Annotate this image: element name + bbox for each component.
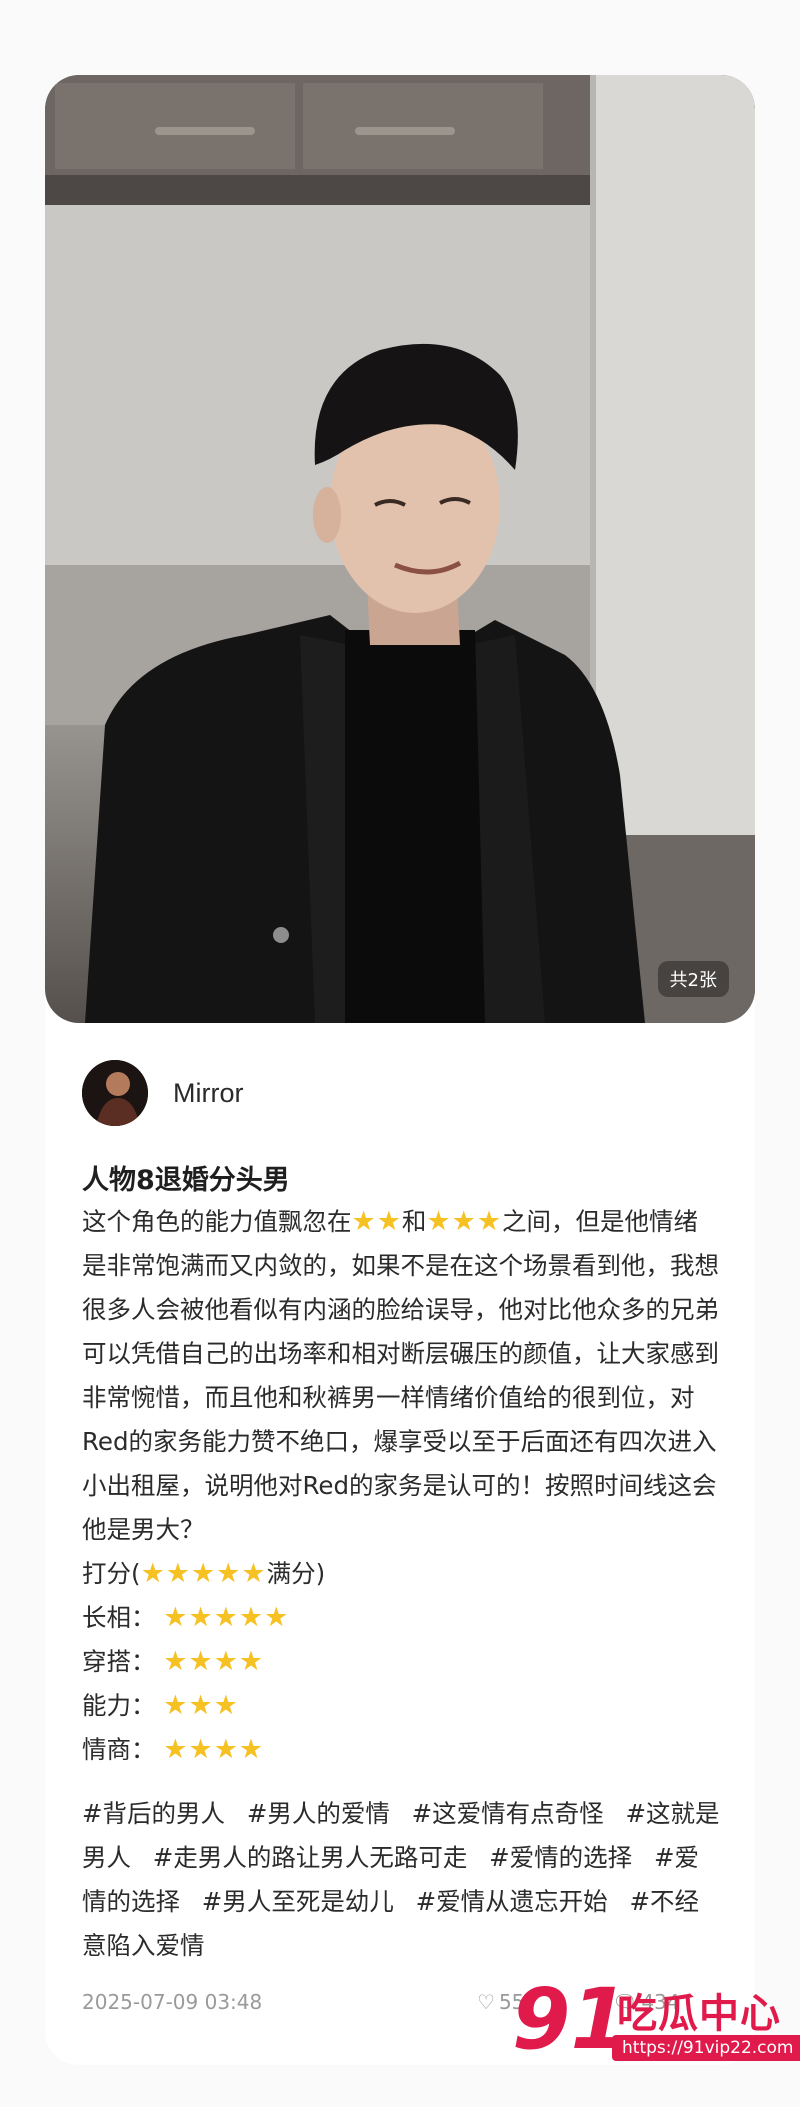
five-stars-icon: ★★★★★: [140, 1558, 267, 1589]
rating-looks: 长相： ★★★★★: [82, 1596, 722, 1640]
author-row[interactable]: Mirror: [82, 1060, 243, 1126]
score-prefix: 打分(: [82, 1559, 141, 1588]
heart-icon: ♡: [477, 1990, 495, 2014]
hashtag-link[interactable]: #爱情从遗忘开始: [416, 1887, 608, 1916]
hashtag-link[interactable]: #男人的爱情: [247, 1799, 390, 1828]
rating-label: 情商：: [82, 1735, 156, 1764]
rating-label: 长相：: [82, 1603, 156, 1632]
body-text-1: 这个角色的能力值飘忽在: [82, 1207, 352, 1236]
rating-eq: 情商： ★★★★: [82, 1728, 722, 1772]
post-date: 2025-07-09 03:48: [82, 1990, 263, 2014]
rating-stars-icon: ★★★★★: [163, 1602, 290, 1633]
post-body: 这个角色的能力值飘忽在★★和★★★之间，但是他情绪是非常饱满而又内敛的，如果不是…: [82, 1200, 722, 1772]
watermark-name: 吃瓜中心: [617, 1991, 781, 2037]
three-stars-icon: ★★★: [426, 1206, 503, 1237]
hashtag-link[interactable]: #走男人的路让男人无路可走: [153, 1843, 468, 1872]
score-row: 打分(★★★★★满分): [82, 1552, 722, 1596]
site-watermark: 91 吃瓜中心 https://91vip22.com: [512, 1971, 800, 2081]
rating-ability: 能力： ★★★: [82, 1684, 722, 1728]
rating-outfit: 穿搭： ★★★★: [82, 1640, 722, 1684]
tag-list: #背后的男人 #男人的爱情 #这爱情有点奇怪 #这就是男人 #走男人的路让男人无…: [82, 1792, 722, 1968]
watermark-url: https://91vip22.com: [612, 2035, 800, 2061]
author-name[interactable]: Mirror: [173, 1078, 243, 1109]
avatar-image: [82, 1060, 148, 1126]
hashtag-link[interactable]: #背后的男人: [82, 1799, 225, 1828]
avatar[interactable]: [82, 1060, 148, 1126]
rating-stars-icon: ★★★★: [163, 1646, 265, 1677]
rating-label: 能力：: [82, 1691, 156, 1720]
score-suffix: 满分): [266, 1559, 326, 1588]
body-text-2: 和: [401, 1207, 427, 1236]
rating-label: 穿搭：: [82, 1647, 156, 1676]
photo-illustration: [45, 75, 755, 1023]
rating-stars-icon: ★★★: [163, 1690, 239, 1721]
hashtag-link[interactable]: #男人至死是幼儿: [202, 1887, 394, 1916]
rating-stars-icon: ★★★★: [163, 1734, 265, 1765]
post-title: 人物8退婚分头男: [82, 1165, 290, 1196]
hashtag-link[interactable]: #这爱情有点奇怪: [412, 1799, 604, 1828]
photo-count-badge: 共2张: [657, 961, 729, 997]
body-text-3: 之间，但是他情绪是非常饱满而又内敛的，如果不是在这个场景看到他，我想很多人会被他…: [82, 1207, 719, 1544]
post-photo[interactable]: 共2张: [45, 75, 755, 1023]
two-stars-icon: ★★: [351, 1206, 402, 1237]
hashtag-link[interactable]: #爱情的选择: [489, 1843, 632, 1872]
